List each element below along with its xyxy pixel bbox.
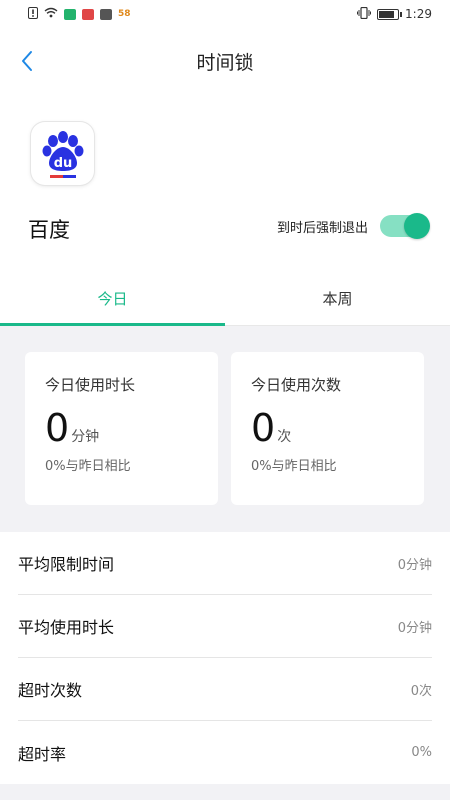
toggle-knob [404, 213, 430, 239]
tab-this-week[interactable]: 本周 [225, 272, 450, 325]
stat-value: 0次 [410, 683, 432, 699]
card-compare: 0%与昨日相比 [251, 459, 337, 474]
stats-list: 平均限制时间 0分钟 平均使用时长 0分钟 超时次数 0次 超时率 0% [0, 532, 450, 784]
card-compare: 0%与昨日相比 [45, 459, 131, 474]
svg-text:du: du [53, 156, 72, 171]
list-item: 平均限制时间 0分钟 [18, 532, 432, 595]
card-label: 今日使用次数 [251, 376, 342, 394]
nav-bar: 时间锁 [0, 36, 450, 86]
sim-alert-icon [28, 6, 38, 22]
usage-count-card: 今日使用次数 0 次 0%与昨日相比 [231, 352, 424, 505]
card-value-row: 0 分钟 [45, 409, 218, 447]
app-notification-icon [82, 8, 94, 20]
wifi-icon [44, 7, 58, 21]
chevron-left-icon [22, 51, 32, 71]
stat-label: 平均使用时长 [18, 618, 115, 637]
tab-today[interactable]: 今日 [0, 272, 225, 326]
status-bar: 58 1:29 [0, 0, 450, 28]
force-exit-row: 到时后强制退出 [276, 213, 430, 239]
list-item: 超时次数 0次 [18, 658, 432, 721]
bottom-spacer [0, 784, 450, 800]
clock: 1:29 [405, 7, 432, 21]
card-value: 0 [45, 406, 70, 450]
list-item: 超时率 0% [18, 721, 432, 784]
card-unit: 分钟 [71, 429, 100, 445]
app-58-icon: 58 [118, 9, 131, 19]
usage-duration-card: 今日使用时长 0 分钟 0%与昨日相比 [25, 352, 218, 505]
app-name: 百度 [28, 218, 70, 242]
stat-label: 超时次数 [18, 681, 83, 700]
status-icons-right: 1:29 [357, 6, 432, 22]
force-exit-toggle[interactable] [380, 213, 430, 239]
stat-value: 0分钟 [397, 620, 432, 636]
stat-label: 平均限制时间 [18, 555, 115, 574]
app-notification-icon [64, 8, 76, 20]
battery-icon [377, 8, 403, 20]
force-exit-label: 到时后强制退出 [276, 220, 368, 236]
status-icons-left: 58 [28, 6, 131, 22]
stat-label: 超时率 [18, 744, 67, 764]
vibrate-icon [357, 6, 372, 22]
page-title: 时间锁 [196, 51, 254, 74]
stat-value: 0分钟 [397, 557, 432, 573]
app-notification-icon [100, 8, 112, 20]
card-value-row: 0 次 [251, 409, 424, 447]
card-value: 0 [251, 406, 276, 450]
app-icon: du [31, 122, 94, 185]
back-button[interactable] [12, 46, 42, 76]
list-item: 平均使用时长 0分钟 [18, 595, 432, 658]
tab-bar: 今日 本周 [0, 272, 450, 326]
stat-value: 0% [411, 745, 432, 760]
card-label: 今日使用时长 [45, 376, 136, 394]
baidu-paw-icon: du [42, 130, 83, 178]
card-unit: 次 [277, 429, 292, 445]
